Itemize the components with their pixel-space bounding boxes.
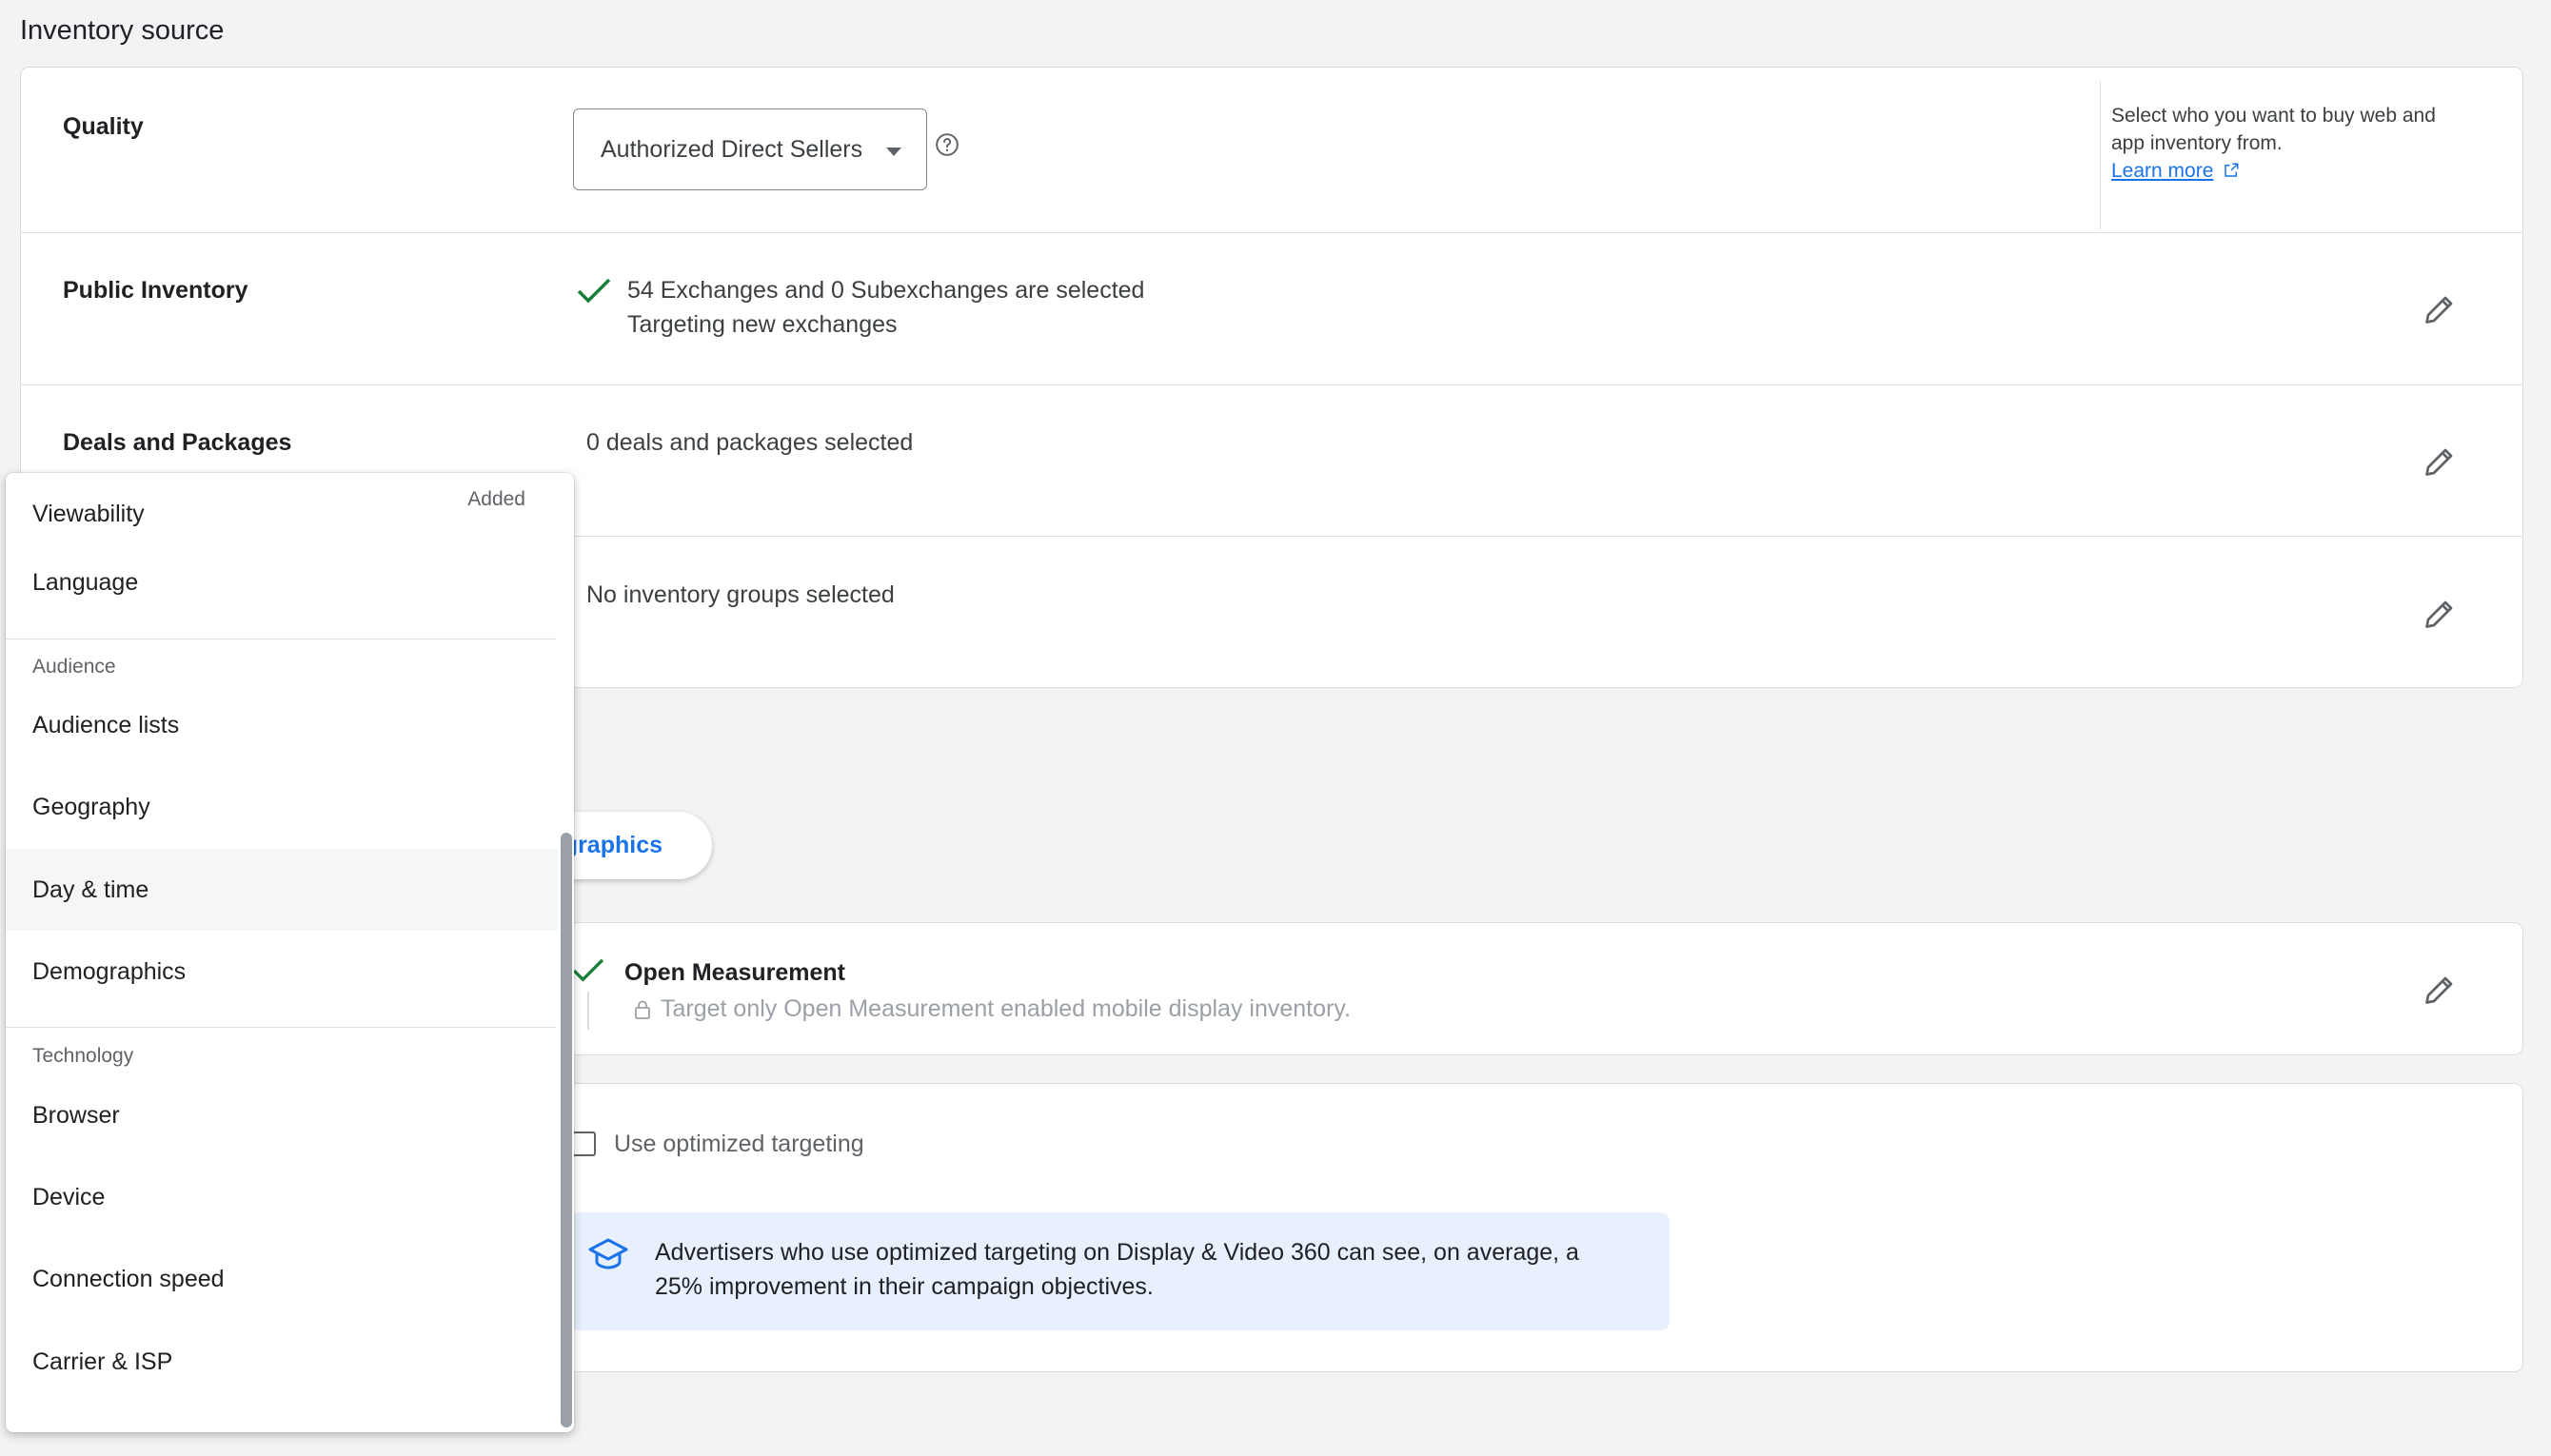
menu-item-connection-speed[interactable]: Connection speed (6, 1238, 558, 1320)
optimized-targeting-label: Use optimized targeting (614, 1131, 864, 1157)
pencil-icon (2425, 976, 2453, 1004)
open-measurement-divider (587, 992, 589, 1030)
edit-public-inventory-button[interactable] (2415, 285, 2464, 334)
menu-item-demographics[interactable]: Demographics (6, 931, 558, 1013)
menu-item-browser[interactable]: Browser (6, 1074, 558, 1156)
tab-label: graphics (563, 832, 662, 858)
row-divider (21, 384, 2522, 385)
menu-item-label: Browser (32, 1101, 120, 1129)
menu-group-technology: Technology (32, 1045, 134, 1067)
menu-item-language[interactable]: Language (6, 541, 558, 623)
pencil-icon (2425, 448, 2453, 476)
quality-label: Quality (63, 113, 144, 140)
menu-item-label: Viewability (32, 500, 145, 527)
quality-dropdown-value: Authorized Direct Sellers (601, 135, 863, 163)
edit-deals-button[interactable] (2415, 437, 2464, 486)
menu-group-audience: Audience (32, 656, 116, 678)
edit-groups-button[interactable] (2415, 589, 2464, 639)
menu-item-label: Carrier & ISP (32, 1348, 173, 1375)
added-badge: Added (467, 488, 525, 510)
menu-item-audience-lists[interactable]: Audience lists (6, 684, 558, 766)
groups-value: No inventory groups selected (586, 581, 895, 608)
menu-item-label: Device (32, 1183, 106, 1210)
pencil-icon (2425, 296, 2453, 324)
public-inventory-summary: 54 Exchanges and 0 Subexchanges are sele… (627, 277, 1145, 304)
pencil-icon (2425, 600, 2453, 628)
menu-item-label: Language (32, 568, 139, 596)
learn-more-link[interactable]: Learn more (2111, 160, 2213, 182)
lock-icon (635, 1000, 650, 1019)
menu-item-label: Audience lists (32, 711, 180, 738)
menu-item-label: Connection speed (32, 1265, 225, 1292)
row-divider (21, 232, 2522, 233)
menu-item-label: Geography (32, 793, 150, 820)
menu-item-geography[interactable]: Geography (6, 766, 558, 848)
quality-help-text: Select who you want to buy web and app i… (2111, 105, 2436, 154)
open-measurement-subtitle: Target only Open Measurement enabled mob… (661, 995, 1351, 1022)
menu-item-label: Day & time (32, 876, 149, 903)
quality-dropdown[interactable]: Authorized Direct Sellers (573, 108, 927, 190)
quality-help: Select who you want to buy web and app i… (2111, 102, 2454, 185)
graduation-cap-icon (588, 1238, 628, 1269)
help-icon[interactable] (935, 132, 959, 157)
optimized-targeting-checkbox[interactable] (571, 1131, 596, 1156)
help-divider (2100, 81, 2101, 229)
open-measurement-title: Open Measurement (624, 959, 846, 986)
optimized-targeting-banner-text: Advertisers who use optimized targeting … (655, 1239, 1579, 1300)
menu-item-label: Demographics (32, 957, 187, 985)
public-inventory-label: Public Inventory (63, 277, 248, 304)
check-icon (572, 958, 604, 982)
external-link-icon (2225, 163, 2239, 177)
menu-item-day-time[interactable]: Day & time (6, 849, 558, 931)
menu-item-carrier-isp[interactable]: Carrier & ISP (6, 1321, 558, 1403)
deals-label: Deals and Packages (63, 429, 292, 456)
menu-scrollbar[interactable] (561, 833, 572, 1427)
deals-value: 0 deals and packages selected (586, 429, 914, 456)
menu-separator (6, 1027, 556, 1028)
optimized-targeting-banner: Advertisers who use optimized targeting … (571, 1212, 1670, 1330)
check-icon (577, 278, 611, 304)
section-title: Inventory source (20, 15, 225, 46)
menu-item-device[interactable]: Device (6, 1156, 558, 1238)
edit-viewability-button[interactable] (2415, 965, 2464, 1014)
public-inventory-subtext: Targeting new exchanges (627, 311, 898, 338)
targeting-menu: Viewability Added Language Audience Audi… (6, 473, 574, 1432)
chevron-down-icon (886, 148, 901, 156)
